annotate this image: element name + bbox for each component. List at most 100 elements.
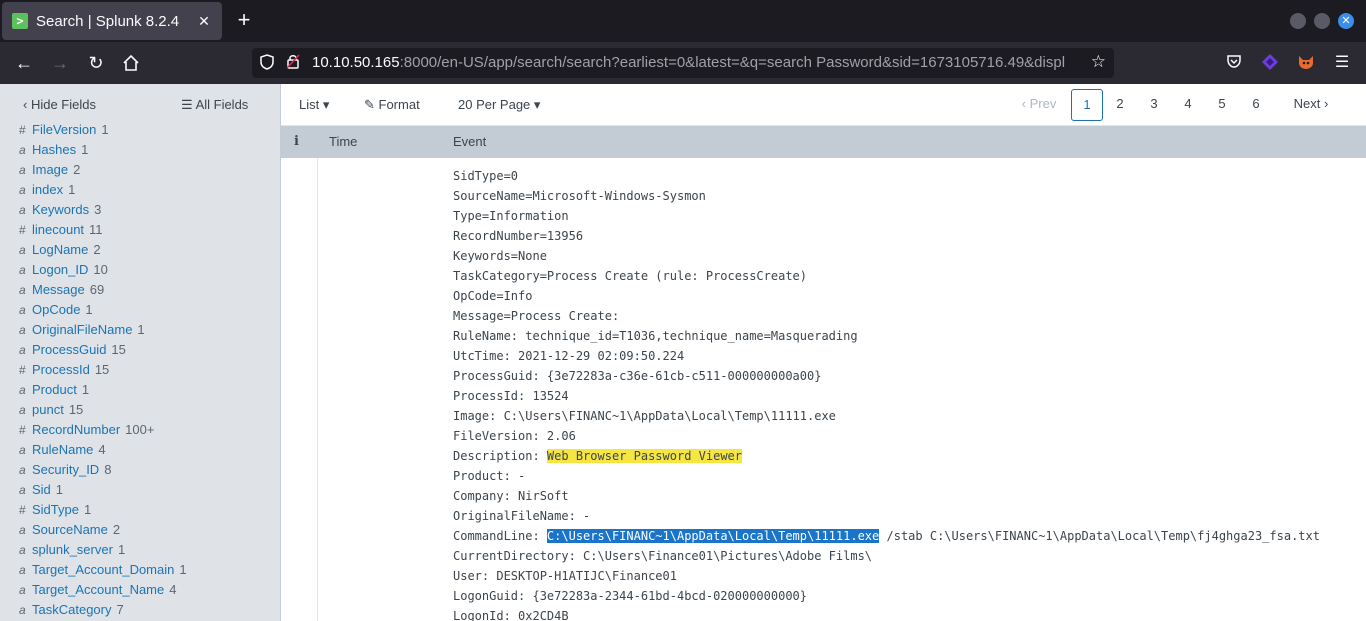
field-item[interactable]: a Security_ID 8 [0, 460, 280, 480]
field-item[interactable]: a LogName 2 [0, 240, 280, 260]
foxyproxy-icon[interactable] [1296, 53, 1316, 73]
field-item[interactable]: # RecordNumber 100+ [0, 420, 280, 440]
field-count: 11 [89, 222, 103, 237]
field-type-icon: a [19, 543, 26, 557]
tracking-shield-icon[interactable] [260, 54, 276, 72]
bookmark-star-icon[interactable]: ☆ [1091, 52, 1106, 72]
field-name: Product [32, 382, 77, 397]
field-item[interactable]: a Keywords 3 [0, 200, 280, 220]
field-name: index [32, 182, 64, 197]
event-column-header[interactable]: Event [453, 134, 486, 149]
event-lines-block-1: SidType=0 SourceName=Microsoft-Windows-Sy… [453, 166, 1320, 446]
event-line: UtcTime: 2021-12-29 02:09:50.224 [453, 349, 685, 363]
browser-tab[interactable]: > Search | Splunk 8.2.4 ✕ [2, 2, 222, 40]
url-bar[interactable]: 10.10.50.165:8000/en-US/app/search/searc… [252, 48, 1114, 78]
field-item[interactable]: a Target_Account_Domain 1 [0, 560, 280, 580]
field-count: 7 [116, 602, 124, 617]
all-fields-label: All Fields [195, 97, 249, 112]
minimize-window-button[interactable] [1290, 13, 1306, 29]
all-fields-link[interactable]: ☰ All Fields [181, 97, 248, 113]
field-item[interactable]: a Hashes 1 [0, 140, 280, 160]
time-column-header[interactable]: Time [329, 134, 357, 149]
extension-purple-icon[interactable] [1260, 53, 1280, 73]
field-type-icon: a [19, 303, 26, 317]
event-line-description: Description: Web Browser Password Viewer [453, 446, 1320, 466]
field-name: Target_Account_Domain [32, 562, 175, 577]
field-count: 1 [101, 122, 109, 137]
field-item[interactable]: # FileVersion 1 [0, 120, 280, 140]
field-count: 15 [94, 362, 110, 377]
page-5-button[interactable]: 5 [1209, 89, 1235, 121]
field-item[interactable]: a TaskCategory 7 [0, 600, 280, 620]
results-table-header: i Time Event [281, 126, 1366, 158]
field-name: RecordNumber [32, 422, 121, 437]
field-count: 2 [93, 242, 101, 257]
field-item[interactable]: a Message 69 [0, 280, 280, 300]
field-name: OriginalFileName [32, 322, 133, 337]
event-raw-text[interactable]: Sid=S-1-5-18 SidType=0 SourceName=Microso… [453, 158, 1320, 621]
event-line: ProcessId: 13524 [453, 389, 569, 403]
field-item[interactable]: a Logon_ID 10 [0, 260, 280, 280]
page-2-button[interactable]: 2 [1107, 89, 1133, 121]
close-tab-icon[interactable]: ✕ [194, 11, 214, 31]
chevron-left-icon: ‹ [1021, 96, 1030, 111]
field-type-icon: a [19, 403, 26, 417]
insecure-lock-icon[interactable] [286, 53, 302, 71]
event-line: Keywords=None [453, 249, 547, 263]
page-6-button[interactable]: 6 [1243, 89, 1269, 121]
field-item[interactable]: # SidType 1 [0, 500, 280, 520]
back-arrow-icon[interactable]: ← [12, 51, 36, 75]
field-type-icon: a [19, 263, 26, 277]
hamburger-menu-icon[interactable]: ☰ [1332, 53, 1352, 73]
field-item[interactable]: a SourceName 2 [0, 520, 280, 540]
url-path: :8000/en-US/app/search/search?earliest=0… [399, 54, 1066, 71]
field-name: Security_ID [32, 462, 100, 477]
field-item[interactable]: a splunk_server 1 [0, 540, 280, 560]
field-item[interactable]: a punct 15 [0, 400, 280, 420]
prev-page-button[interactable]: ‹ Prev [1014, 89, 1064, 121]
pocket-icon[interactable] [1224, 53, 1244, 73]
field-item[interactable]: # ProcessId 15 [0, 360, 280, 380]
field-list: # FileVersion 1 a Hashes 1 a Image 2 a index 1 a Keyw… [0, 120, 280, 620]
close-window-button[interactable]: ✕ [1338, 13, 1354, 29]
reload-icon[interactable]: ↻ [84, 51, 108, 75]
fields-sidebar: ‹ Hide Fields ☰ All Fields # FileVersion 1… [0, 84, 281, 621]
event-lines-block-3: CurrentDirectory: C:\Users\Finance01\Pic… [453, 546, 1320, 621]
field-item[interactable]: a index 1 [0, 180, 280, 200]
event-line: RuleName: technique_id=T1036,technique_n… [453, 329, 858, 343]
event-line: Product: - [453, 469, 526, 483]
per-page-label: 20 Per Page [458, 97, 531, 112]
field-item[interactable]: a Product 1 [0, 380, 280, 400]
field-type-icon: # [19, 123, 26, 137]
home-icon[interactable] [119, 51, 143, 75]
event-line: Message=Process Create: [453, 309, 620, 323]
prev-label: Prev [1029, 96, 1057, 111]
new-tab-button[interactable]: + [232, 9, 256, 33]
field-item[interactable]: a RuleName 4 [0, 440, 280, 460]
field-type-icon: a [19, 563, 26, 577]
forward-arrow-icon[interactable]: → [48, 51, 72, 75]
list-dropdown[interactable]: List ▾ [299, 97, 329, 113]
per-page-dropdown[interactable]: 20 Per Page ▾ [458, 97, 540, 113]
field-item[interactable]: a OpCode 1 [0, 300, 280, 320]
field-item[interactable]: a Sid 1 [0, 480, 280, 500]
field-item[interactable]: a Image 2 [0, 160, 280, 180]
field-count: 1 [117, 542, 126, 557]
field-item[interactable]: # linecount 11 [0, 220, 280, 240]
page-3-button[interactable]: 3 [1141, 89, 1167, 121]
maximize-window-button[interactable] [1314, 13, 1330, 29]
field-count: 1 [81, 142, 89, 157]
browser-navbar: ← → ↻ 10.10.50.165:8000/en-US/app/search… [0, 42, 1366, 84]
page-4-button[interactable]: 4 [1175, 89, 1201, 121]
field-name: Message [32, 282, 85, 297]
page-1-button[interactable]: 1 [1071, 89, 1103, 121]
field-item[interactable]: a Target_Account_Name 4 [0, 580, 280, 600]
field-item[interactable]: a OriginalFileName 1 [0, 320, 280, 340]
url-text[interactable]: 10.10.50.165:8000/en-US/app/search/searc… [312, 54, 1080, 74]
next-page-button[interactable]: Next › [1283, 89, 1339, 121]
field-item[interactable]: a ProcessGuid 15 [0, 340, 280, 360]
field-type-icon: a [19, 163, 26, 177]
event-line: CurrentDirectory: C:\Users\Finance01\Pic… [453, 549, 873, 563]
hide-fields-link[interactable]: ‹ Hide Fields [23, 97, 96, 112]
format-button[interactable]: ✎ Format [364, 97, 420, 113]
